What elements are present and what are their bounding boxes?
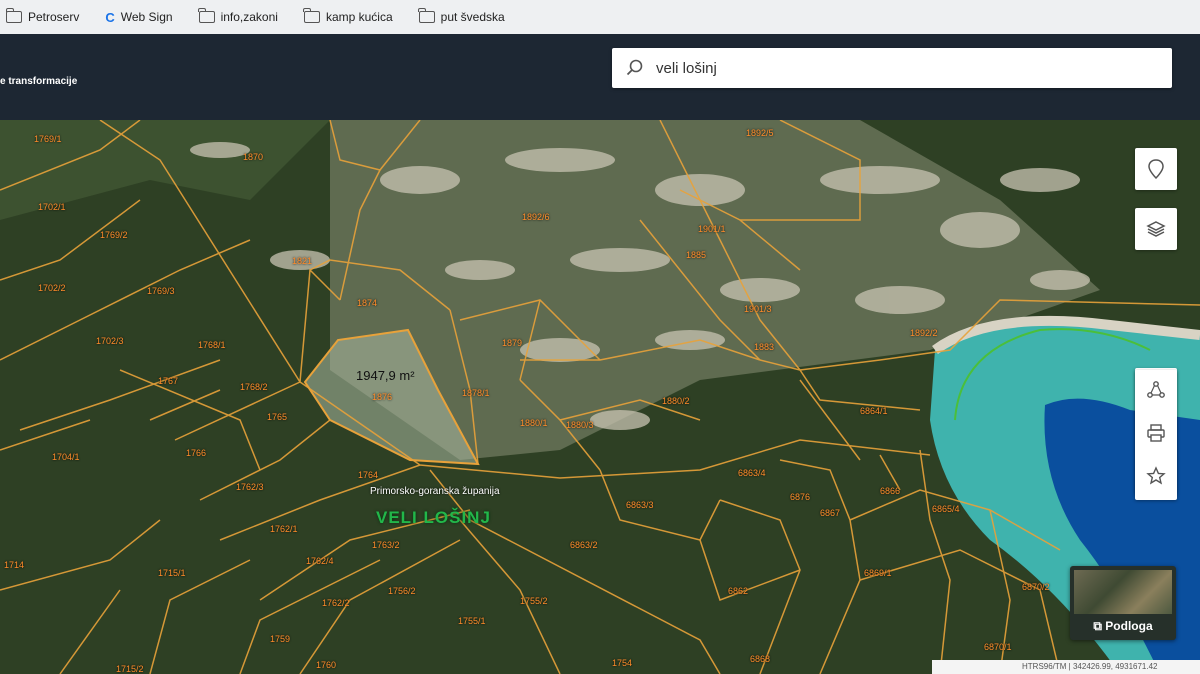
parcel-label: 6863/4	[738, 468, 766, 478]
parcel-label: 6863/2	[570, 540, 598, 550]
parcel-label: 1715/1	[158, 568, 186, 578]
search-icon	[626, 59, 643, 76]
town-label: VELI LOŠINJ	[376, 508, 491, 527]
basemap-icon: ⧉	[1093, 619, 1106, 633]
tool-group-actions	[1135, 370, 1177, 500]
c-logo-icon: C	[105, 9, 115, 25]
star-icon	[1146, 465, 1166, 484]
basemap-label: Podloga	[1105, 619, 1153, 633]
parcel-label: 1880/2	[662, 396, 690, 406]
parcel-label: 1874	[357, 298, 378, 308]
parcel-label: 6865/4	[932, 504, 960, 514]
parcel-label: 1901/3	[744, 304, 772, 314]
parcel-label: 1755/1	[458, 616, 486, 626]
folder-icon	[418, 8, 435, 23]
parcel-label: 1702/1	[38, 202, 66, 212]
parcel-label: 1759	[270, 634, 291, 644]
parcel-label: 1892/2	[910, 328, 938, 338]
parcel-label: 1892/5	[746, 128, 774, 138]
parcel-label: 1768/2	[240, 382, 268, 392]
parcel-label: 1878/1	[462, 388, 490, 398]
parcel-label: 1880/3	[566, 420, 594, 430]
parcel-label: 1885	[686, 250, 707, 260]
location-button[interactable]	[1135, 148, 1177, 190]
bookmark-label: Web Sign	[120, 10, 173, 24]
parcel-label: 1702/3	[96, 336, 124, 346]
parcel-label: 1762/2	[322, 598, 350, 608]
favorite-button[interactable]	[1146, 465, 1166, 491]
app-header: e transformacije	[0, 34, 1200, 120]
parcel-label: 1756/2	[388, 586, 416, 596]
bookmarks-bar: Petroserv C Web Sign info,zakoni kamp ku…	[0, 0, 1200, 34]
county-label: Primorsko-goranska županija	[370, 486, 500, 497]
search-bar[interactable]	[612, 48, 1172, 88]
bookmark-put-svedska[interactable]: put švedska	[418, 8, 505, 24]
bookmark-petroserv[interactable]: Petroserv	[5, 8, 80, 24]
layers-button[interactable]	[1135, 208, 1177, 250]
bookmark-label: kamp kućica	[325, 10, 393, 24]
parcel-label: 1760	[316, 660, 337, 670]
parcel-label: 1754	[612, 658, 633, 668]
bookmark-web-sign[interactable]: C Web Sign	[105, 10, 172, 25]
parcel-label: 1763/2	[372, 540, 400, 550]
parcel-label: 1821	[292, 256, 313, 266]
share-button[interactable]	[1146, 380, 1166, 405]
folder-icon	[5, 8, 22, 23]
parcel-label: 1764	[358, 470, 379, 480]
parcel-label: 1767	[158, 376, 179, 386]
location-pin-icon	[1148, 159, 1164, 179]
parcel-label: 1769/2	[100, 230, 128, 240]
parcel-label: 1702/2	[38, 283, 66, 293]
parcel-label: 1870	[243, 152, 264, 162]
layers-icon	[1146, 221, 1166, 237]
parcel-label: 6866	[880, 486, 901, 496]
parcel-label: 6867	[820, 508, 841, 518]
parcel-label: 6870/2	[1022, 582, 1050, 592]
parcel-label: 1715/2	[116, 664, 144, 674]
parcel-label: 6862	[728, 586, 749, 596]
parcel-label: 1765	[267, 412, 288, 422]
basemap-thumbnail	[1074, 570, 1172, 614]
parcel-label: 1883	[754, 342, 775, 352]
coordinates-readout: HTRS96/TM | 342426.99, 4931671.42	[932, 660, 1200, 674]
parcel-label: 1879	[502, 338, 523, 348]
area-measurement-label: 1947,9 m²	[356, 368, 415, 383]
parcel-label: 6864/1	[860, 406, 888, 416]
basemap-label-row: ⧉ Podloga	[1070, 619, 1176, 634]
parcel-label: 1714	[4, 560, 25, 570]
parcel-label: 1768/1	[198, 340, 226, 350]
parcel-label: 1892/6	[522, 212, 550, 222]
share-icon	[1147, 380, 1165, 398]
parcel-label: 1769/1	[34, 134, 62, 144]
search-input[interactable]	[654, 58, 1138, 78]
bookmark-label: put švedska	[440, 10, 505, 24]
print-button[interactable]	[1146, 423, 1166, 447]
menu-item-transformacije[interactable]: e transformacije	[0, 76, 77, 87]
folder-icon	[198, 8, 215, 23]
bookmark-kamp-kucica[interactable]: kamp kućica	[303, 8, 393, 24]
map-view[interactable]: 1769/1 1870 1702/1 1769/2 1821 1874 1702…	[0, 120, 1200, 674]
parcel-label: 1901/1	[698, 224, 726, 234]
parcel-label: 6863/3	[626, 500, 654, 510]
print-icon	[1147, 423, 1165, 442]
parcel-label: 6869/1	[864, 568, 892, 578]
parcel-label: 1755/2	[520, 596, 548, 606]
parcel-label: 1766	[186, 448, 207, 458]
folder-icon	[303, 8, 320, 23]
bookmark-label: Petroserv	[28, 10, 80, 24]
parcel-label: 1876	[372, 392, 393, 402]
parcel-label: 6876	[790, 492, 811, 502]
bookmark-info-zakoni[interactable]: info,zakoni	[198, 8, 278, 24]
parcel-label: 1880/1	[520, 418, 548, 428]
parcel-label: 1762/3	[236, 482, 264, 492]
parcel-label: 1762/1	[270, 524, 298, 534]
parcel-label: 6870/1	[984, 642, 1012, 652]
parcel-label: 1704/1	[52, 452, 80, 462]
parcel-label: 1762/4	[306, 556, 334, 566]
basemap-switcher[interactable]: ⧉ Podloga	[1070, 566, 1176, 640]
bookmark-label: info,zakoni	[220, 10, 278, 24]
satellite-imagery	[0, 120, 1200, 674]
parcel-label: 1769/3	[147, 286, 175, 296]
parcel-label: 6868	[750, 654, 771, 664]
